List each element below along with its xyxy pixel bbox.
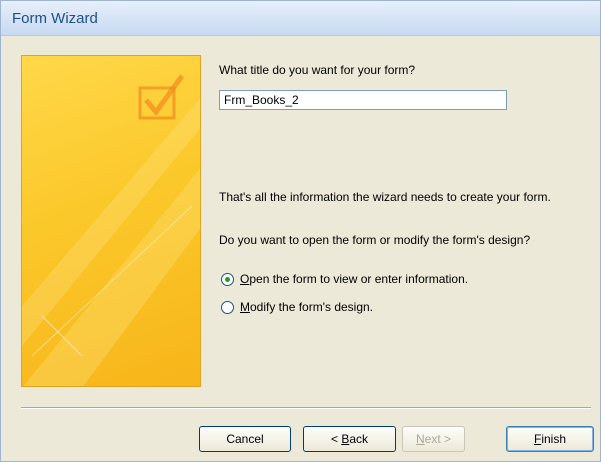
modify-design-radio[interactable] [221,300,234,314]
open-form-radio[interactable] [221,272,234,286]
form-title-input[interactable] [219,90,507,110]
open-form-label: Open the form to view or enter informati… [240,272,469,286]
title-question: What title do you want for your form? [219,63,416,77]
back-button[interactable]: < Back [303,426,396,452]
checkbox-check-icon [138,74,185,120]
info-text: That's all the information the wizard ne… [219,190,551,204]
cancel-button[interactable]: Cancel [199,426,291,452]
title-bar[interactable]: Form Wizard [1,1,600,36]
finish-button[interactable]: Finish [506,426,594,452]
form-wizard-window: Form Wizard What title do you want for y… [0,0,601,462]
next-button[interactable]: Next > [402,426,465,452]
banner-graphic [22,74,200,386]
modify-design-option[interactable]: Modify the form's design. [221,300,373,314]
wizard-banner [21,55,201,387]
open-form-option[interactable]: Open the form to view or enter informati… [221,272,468,286]
window-title: Form Wizard [12,10,98,27]
open-question: Do you want to open the form or modify t… [219,233,531,247]
button-separator [21,407,591,409]
modify-design-label: Modify the form's design. [240,300,374,314]
